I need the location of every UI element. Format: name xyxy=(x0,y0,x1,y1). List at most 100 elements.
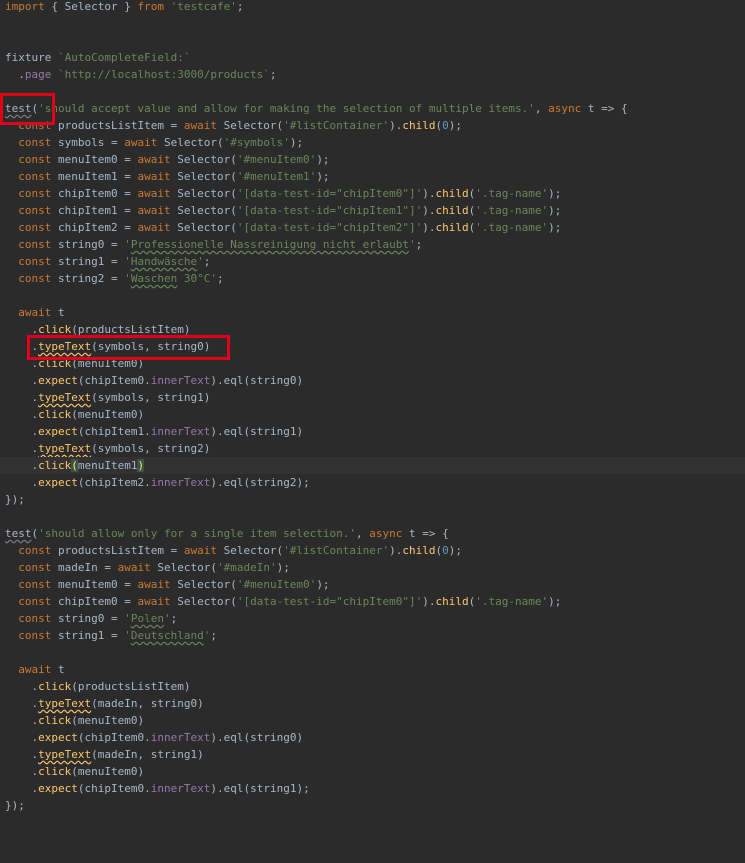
code-line[interactable]: .typeText(symbols, string2) xyxy=(0,440,745,457)
code-token: expect xyxy=(38,731,78,744)
code-line[interactable]: .typeText(madeIn, string0) xyxy=(0,695,745,712)
code-line[interactable]: const madeIn = await Selector('#madeIn')… xyxy=(0,559,745,576)
code-line[interactable]: .page `http://localhost:3000/products`; xyxy=(0,66,745,83)
code-token: fixture xyxy=(5,51,58,64)
code-line[interactable] xyxy=(0,508,745,525)
code-token: expect xyxy=(38,476,78,489)
code-token: 30°C' xyxy=(177,272,217,285)
code-line[interactable]: .click(menuItem0) xyxy=(0,763,745,780)
code-token: menuItem0 = xyxy=(51,578,138,591)
code-token: ); xyxy=(276,561,290,574)
code-token: ); xyxy=(548,204,562,217)
code-line[interactable]: .typeText(madeIn, string1) xyxy=(0,746,745,763)
code-line[interactable]: await t xyxy=(0,304,745,321)
code-token: . xyxy=(5,340,39,353)
code-line[interactable]: const chipItem0 = await Selector('[data-… xyxy=(0,593,745,610)
code-line[interactable]: import { Selector } from 'testcafe'; xyxy=(0,0,745,15)
code-token: child xyxy=(435,204,469,217)
code-line[interactable]: .expect(chipItem0.innerText).eql(string1… xyxy=(0,780,745,797)
code-token: eql(string2); xyxy=(223,476,310,489)
code-line[interactable]: fixture `AutoCompleteField:` xyxy=(0,49,745,66)
code-line[interactable]: const productsListItem = await Selector(… xyxy=(0,542,745,559)
code-line[interactable]: .expect(chipItem0.innerText).eql(string0… xyxy=(0,372,745,389)
code-line[interactable]: .click(menuItem0) xyxy=(0,712,745,729)
code-line[interactable]: const menuItem0 = await Selector('#menuI… xyxy=(0,576,745,593)
code-token: ' xyxy=(197,255,204,268)
code-token: (menuItem0) xyxy=(71,714,145,727)
code-line[interactable]: const menuItem1 = await Selector('#menuI… xyxy=(0,168,745,185)
code-token: ' xyxy=(124,612,131,625)
code-line[interactable]: const string0 = 'Polen'; xyxy=(0,610,745,627)
code-line[interactable]: const symbols = await Selector('#symbols… xyxy=(0,134,745,151)
code-token: ). xyxy=(389,119,403,132)
code-token: await xyxy=(137,578,171,591)
code-token: await xyxy=(137,170,171,183)
code-token: click xyxy=(38,714,72,727)
code-line[interactable] xyxy=(0,15,745,32)
code-token: (chipItem1. xyxy=(77,425,151,438)
code-line-text: .click(productsListItem) xyxy=(5,678,190,695)
code-token: child xyxy=(402,119,436,132)
code-line[interactable]: .expect(chipItem2.innerText).eql(string2… xyxy=(0,474,745,491)
code-token: ). xyxy=(422,187,436,200)
code-line[interactable]: test('should allow only for a single ite… xyxy=(0,525,745,542)
code-line[interactable]: .expect(chipItem0.innerText).eql(string0… xyxy=(0,729,745,746)
code-line[interactable]: .expect(chipItem1.innerText).eql(string1… xyxy=(0,423,745,440)
code-line[interactable]: const chipItem0 = await Selector('[data-… xyxy=(0,185,745,202)
code-line[interactable]: .typeText(symbols, string0) xyxy=(0,338,745,355)
code-token: const xyxy=(18,136,52,149)
code-token: click xyxy=(38,765,72,778)
code-line[interactable]: }); xyxy=(0,797,745,814)
code-token: '#menuItem0' xyxy=(236,153,317,166)
code-token: await xyxy=(137,204,171,217)
code-token: ). xyxy=(422,204,436,217)
code-line-text: .click(menuItem1) xyxy=(5,457,145,474)
code-line[interactable]: const productsListItem = await Selector(… xyxy=(0,117,745,134)
code-token: (menuItem0) xyxy=(71,357,145,370)
code-line[interactable]: await t xyxy=(0,661,745,678)
code-token: Professionelle Nassreinigung nicht erlau… xyxy=(130,238,410,251)
code-token: const xyxy=(18,544,52,557)
code-line[interactable] xyxy=(0,32,745,49)
code-line[interactable]: const chipItem1 = await Selector('[data-… xyxy=(0,202,745,219)
code-line[interactable]: .click(productsListItem) xyxy=(0,321,745,338)
code-editor[interactable]: import { Selector } from 'testcafe'; fixt… xyxy=(0,0,745,863)
code-line[interactable]: test('should accept value and allow for … xyxy=(0,100,745,117)
code-token: ); xyxy=(548,221,562,234)
code-token: , xyxy=(356,527,370,540)
code-line-text: const string2 = 'Waschen 30°C'; xyxy=(5,270,223,287)
code-line[interactable]: .click(menuItem0) xyxy=(0,406,745,423)
code-line[interactable]: .click(menuItem0) xyxy=(0,355,745,372)
code-token: import xyxy=(5,0,45,13)
code-line[interactable]: const string1 = 'Handwäsche'; xyxy=(0,253,745,270)
code-token: await xyxy=(183,544,217,557)
code-token: }); xyxy=(5,493,25,506)
code-line[interactable]: const string1 = 'Deutschland'; xyxy=(0,627,745,644)
code-token: await xyxy=(137,153,171,166)
code-line[interactable]: }); xyxy=(0,491,745,508)
code-token: . xyxy=(5,476,39,489)
code-token: child xyxy=(435,187,469,200)
code-token: child xyxy=(402,544,436,557)
code-line[interactable]: const menuItem0 = await Selector('#menuI… xyxy=(0,151,745,168)
code-token: string2 = xyxy=(51,272,125,285)
code-token: ); xyxy=(289,136,304,149)
code-token: const xyxy=(18,170,52,183)
code-token: ; xyxy=(170,612,178,625)
code-line[interactable]: const string2 = 'Waschen 30°C'; xyxy=(0,270,745,287)
code-line[interactable] xyxy=(0,644,745,661)
code-line[interactable] xyxy=(0,287,745,304)
code-line[interactable] xyxy=(0,83,745,100)
code-line[interactable]: .click(productsListItem) xyxy=(0,678,745,695)
code-line[interactable]: const chipItem2 = await Selector('[data-… xyxy=(0,219,745,236)
code-line[interactable]: const string0 = 'Professionelle Nassrein… xyxy=(0,236,745,253)
code-token: . xyxy=(5,374,39,387)
code-line[interactable]: .typeText(symbols, string1) xyxy=(0,389,745,406)
code-line[interactable]: .click(menuItem1) xyxy=(0,457,745,474)
code-token: `AutoCompleteField:` xyxy=(57,51,191,64)
code-token: test xyxy=(5,102,32,115)
code-token: . xyxy=(5,425,39,438)
